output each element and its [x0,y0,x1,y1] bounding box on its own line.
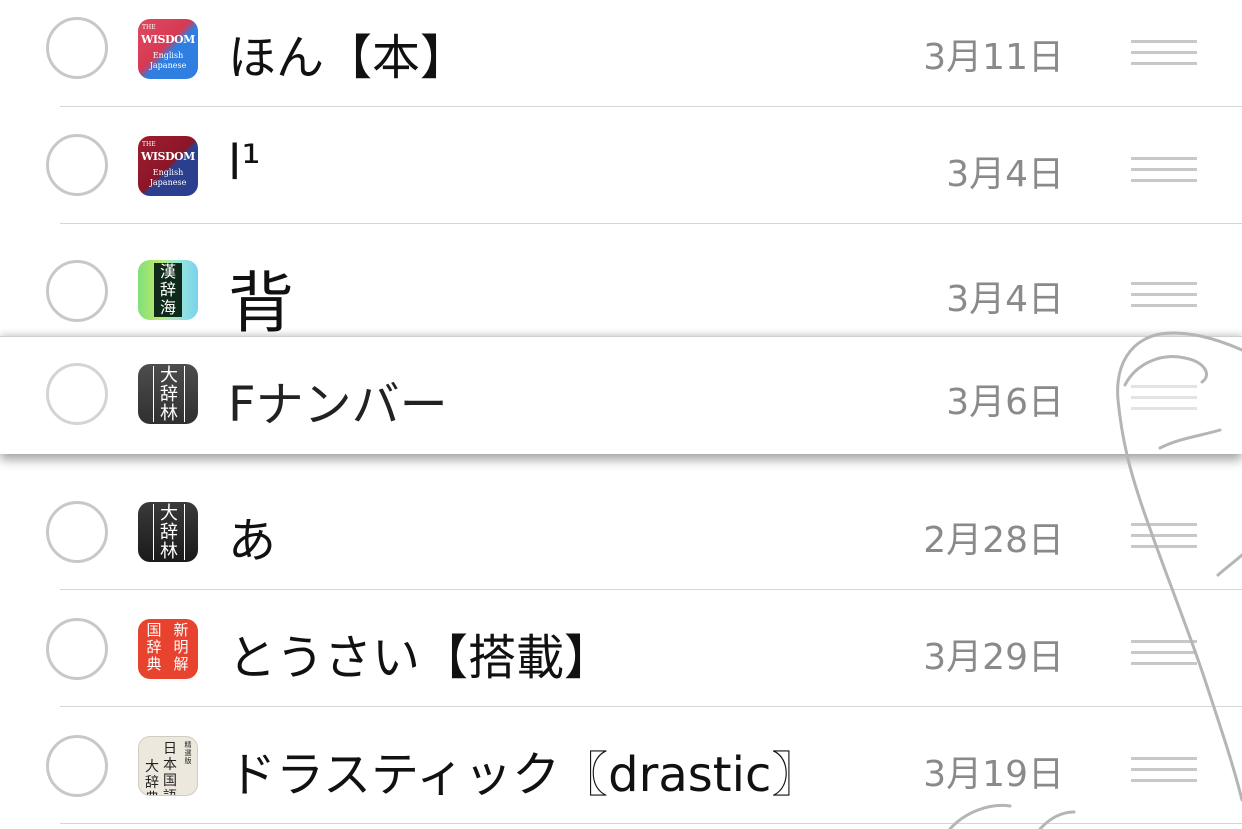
select-radio[interactable] [46,134,108,196]
list-item[interactable]: 漢 辞 海 背 3月4日 [0,224,1242,342]
entry-date: 3月4日 [946,154,1064,195]
entry-date: 3月6日 [946,382,1064,423]
row-separator [60,823,1242,824]
list-item[interactable]: 大 辞 林 あ 2月28日 [0,473,1242,590]
reorder-handle-icon[interactable] [1131,523,1197,549]
kanjikai-dictionary-icon: 漢 辞 海 [138,260,198,320]
list-item[interactable]: THE WISDOM English Japanese l¹ 3月4日 [0,107,1242,224]
daijirin-dictionary-icon: 大 辞 林 [138,502,198,562]
reorder-handle-icon[interactable] [1131,640,1197,666]
wisdom-dictionary-icon: THE WISDOM English Japanese [138,19,198,79]
entry-title: ドラスティック〖drastic〗 [228,747,820,803]
select-radio[interactable] [46,618,108,680]
entry-date: 3月4日 [946,279,1064,320]
reorder-handle-icon[interactable] [1131,757,1197,783]
wisdom-dictionary-icon: THE WISDOM English Japanese [138,136,198,196]
reorder-handle-icon[interactable] [1131,157,1197,183]
select-radio[interactable] [46,363,108,425]
entry-date: 3月29日 [923,637,1064,678]
entry-title: とうさい【搭載】 [228,630,613,686]
select-radio[interactable] [46,501,108,563]
daijirin-dictionary-icon: 大 辞 林 [138,364,198,424]
select-radio[interactable] [46,260,108,322]
list-item[interactable]: 国 辞 典 新 明 解 語 とうさい【搭載】 3月29日 [0,590,1242,707]
reorder-handle-icon[interactable] [1131,282,1197,308]
list-item[interactable]: THE WISDOM English Japanese ほん【本】 3月11日 [0,0,1242,107]
shinmeikai-dictionary-icon: 国 辞 典 新 明 解 語 [138,619,198,679]
nikkoku-dictionary-icon: 大 辞 典 日 本 国 語 精 選 版 [138,736,198,796]
entry-title: あ [228,513,277,569]
entry-date: 3月11日 [923,37,1064,78]
entry-date: 2月28日 [923,520,1064,561]
reorder-handle-icon[interactable] [1131,385,1197,411]
entry-title: ほん【本】 [228,30,469,86]
select-radio[interactable] [46,735,108,797]
select-radio[interactable] [46,17,108,79]
entry-date: 3月19日 [923,754,1064,795]
entry-title: 背 [228,265,294,342]
dragged-list-item[interactable]: 大 辞 林 Fナンバー 3月6日 [0,336,1242,454]
entry-title: Fナンバー [228,377,448,433]
list-item[interactable]: 大 辞 典 日 本 国 語 精 選 版 ドラスティック〖drastic〗 3月1… [0,707,1242,824]
reorder-handle-icon[interactable] [1131,40,1197,66]
entry-title: l¹ [228,135,261,191]
